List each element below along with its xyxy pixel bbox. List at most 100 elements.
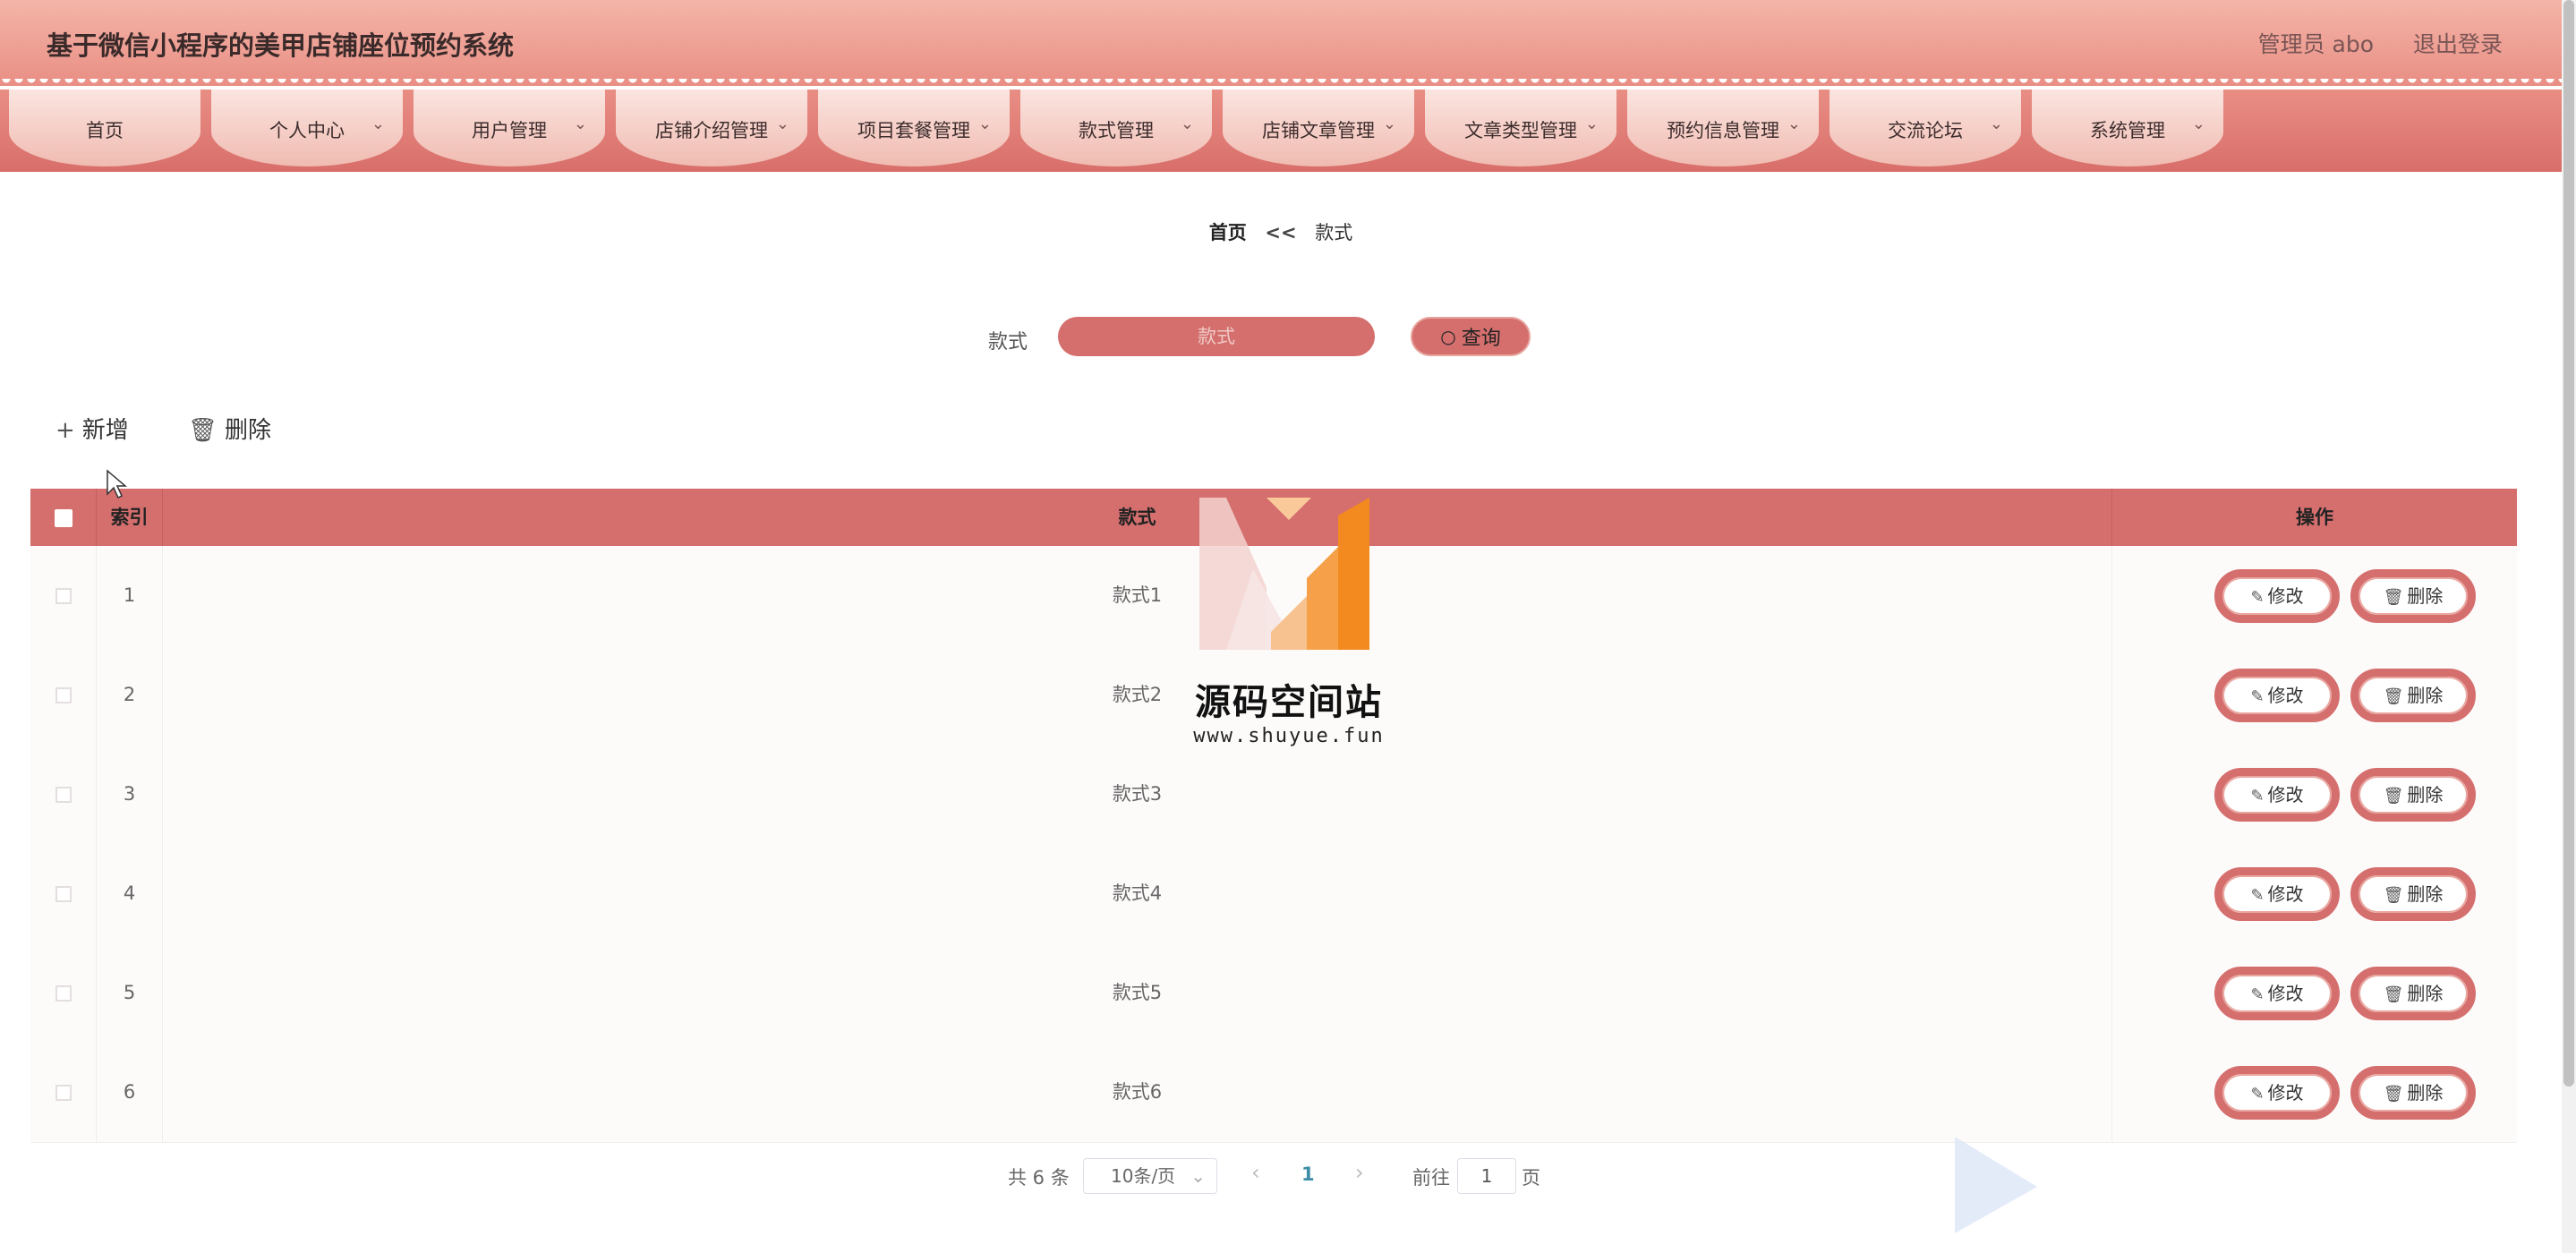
add-button[interactable]: + 新增 xyxy=(55,412,129,445)
edit-button[interactable]: ✎ 修改 xyxy=(2214,867,2340,921)
row-actions: ✎ 修改 🗑 删除 xyxy=(2112,546,2517,645)
table-row: 5 款式5 ✎ 修改 🗑 删除 xyxy=(30,943,2517,1044)
nav-item-0[interactable]: 首页 xyxy=(9,90,200,166)
trash-icon: 🗑 xyxy=(2383,1085,2404,1104)
table-row: 3 款式3 ✎ 修改 🗑 删除 xyxy=(30,745,2517,845)
scrollbar-thumb[interactable] xyxy=(2563,0,2574,1087)
edit-button-label: 修改 xyxy=(2267,585,2304,607)
row-actions: ✎ 修改 🗑 删除 xyxy=(2112,1043,2517,1142)
edit-button-label: 修改 xyxy=(2267,685,2304,706)
row-checkbox[interactable] xyxy=(55,1085,72,1101)
row-style: 款式6 xyxy=(163,1043,2112,1142)
row-select-cell xyxy=(30,844,97,943)
delete-button-label: 删除 xyxy=(2407,685,2444,706)
pencil-icon: ✎ xyxy=(2250,886,2265,905)
row-index: 5 xyxy=(97,943,163,1043)
row-checkbox[interactable] xyxy=(55,787,72,803)
chevron-down-icon: ⌄ xyxy=(775,115,789,133)
select-all-checkbox[interactable] xyxy=(54,509,73,527)
row-select-cell xyxy=(30,745,97,844)
row-actions: ✎ 修改 🗑 删除 xyxy=(2112,844,2517,943)
nav-item-8[interactable]: 预约信息管理 ⌄ xyxy=(1627,90,1819,166)
row-style: 款式4 xyxy=(163,844,2112,943)
page-size-select[interactable]: 10条/页 ⌄ xyxy=(1083,1158,1217,1194)
pencil-icon: ✎ xyxy=(2250,1085,2265,1104)
row-index: 3 xyxy=(97,745,163,844)
search-input[interactable] xyxy=(1058,317,1375,356)
delete-button[interactable]: 🗑 删除 xyxy=(2350,967,2476,1020)
delete-button[interactable]: 🗑 删除 xyxy=(2350,867,2476,921)
trash-icon: 🗑 xyxy=(2383,687,2404,706)
delete-button-label: 删除 xyxy=(2407,585,2444,607)
select-all-cell xyxy=(30,489,97,546)
edit-button-label: 修改 xyxy=(2267,983,2304,1004)
edit-button-label: 修改 xyxy=(2267,784,2304,806)
delete-button-label: 删除 xyxy=(2407,784,2444,806)
delete-button-label: 删除 xyxy=(2407,983,2444,1004)
row-checkbox[interactable] xyxy=(55,687,72,703)
nav-item-1[interactable]: 个人中心 ⌄ xyxy=(211,90,403,166)
nav-item-label: 首页 xyxy=(86,120,124,141)
search-button[interactable]: ○ 查询 xyxy=(1411,317,1531,356)
row-style: 款式5 xyxy=(163,943,2112,1043)
goto-suffix: 页 xyxy=(1522,1167,1540,1189)
prev-page-button[interactable]: ‹ xyxy=(1251,1160,1260,1185)
nav-item-2[interactable]: 用户管理 ⌄ xyxy=(414,90,605,166)
nav-item-3[interactable]: 店铺介绍管理 ⌄ xyxy=(616,90,807,166)
nav-item-7[interactable]: 文章类型管理 ⌄ xyxy=(1425,90,1616,166)
main-nav: 首页 个人中心 ⌄ 用户管理 ⌄ 店铺介绍管理 ⌄ 项目套餐管理 ⌄ 款式管理 ⌄ 店铺文章管理 ⌄ 文章… xyxy=(0,90,2562,172)
row-index: 6 xyxy=(97,1043,163,1142)
delete-button[interactable]: 🗑 删除 xyxy=(2350,768,2476,822)
search-button-label: 查询 xyxy=(1461,328,1501,350)
row-checkbox[interactable] xyxy=(55,886,72,902)
app-title: 基于微信小程序的美甲店铺座位预约系统 xyxy=(47,30,515,61)
breadcrumb-separator: << xyxy=(1265,222,1297,243)
pagination-total: 共 6 条 xyxy=(1008,1167,1070,1189)
row-actions: ✎ 修改 🗑 删除 xyxy=(2112,645,2517,745)
chevron-down-icon: ⌄ xyxy=(573,115,587,133)
row-index: 1 xyxy=(97,546,163,645)
watermark-text: 源码空间站 xyxy=(1195,682,1383,723)
nav-item-9[interactable]: 交流论坛 ⌄ xyxy=(1830,90,2021,166)
nav-item-6[interactable]: 店铺文章管理 ⌄ xyxy=(1223,90,1414,166)
row-actions: ✎ 修改 🗑 删除 xyxy=(2112,745,2517,844)
search-icon: ○ xyxy=(1440,326,1456,347)
edit-button[interactable]: ✎ 修改 xyxy=(2214,768,2340,822)
page-scrollbar[interactable] xyxy=(2562,0,2576,1253)
edit-button[interactable]: ✎ 修改 xyxy=(2214,669,2340,722)
pencil-icon: ✎ xyxy=(2250,588,2265,607)
current-page[interactable]: 1 xyxy=(1301,1164,1315,1185)
chevron-down-icon: ⌄ xyxy=(1180,115,1194,133)
row-checkbox[interactable] xyxy=(55,588,72,604)
trash-icon: 🗑 xyxy=(2383,787,2404,806)
edit-button-label: 修改 xyxy=(2267,883,2304,905)
watermark-url: www.shuyue.fun xyxy=(1193,725,1385,747)
nav-item-10[interactable]: 系统管理 ⌄ xyxy=(2032,90,2223,166)
batch-delete-label: 删除 xyxy=(225,417,272,444)
delete-button[interactable]: 🗑 删除 xyxy=(2350,569,2476,623)
logout-link[interactable]: 退出登录 xyxy=(2413,31,2503,57)
delete-button[interactable]: 🗑 删除 xyxy=(2350,669,2476,722)
delete-button[interactable]: 🗑 删除 xyxy=(2350,1066,2476,1120)
nav-item-4[interactable]: 项目套餐管理 ⌄ xyxy=(818,90,1010,166)
mouse-cursor-icon xyxy=(107,469,127,499)
row-style: 款式1 xyxy=(163,546,2112,645)
next-page-button[interactable]: › xyxy=(1355,1160,1364,1185)
goto-page-input[interactable] xyxy=(1457,1158,1516,1194)
goto-prefix: 前往 xyxy=(1412,1167,1450,1189)
corner-play-watermark xyxy=(1955,1137,2037,1233)
batch-delete-button[interactable]: 🗑 删除 xyxy=(188,412,271,445)
nav-item-5[interactable]: 款式管理 ⌄ xyxy=(1020,90,1212,166)
edit-button[interactable]: ✎ 修改 xyxy=(2214,569,2340,623)
chevron-down-icon: ⌄ xyxy=(1584,115,1599,133)
chevron-down-icon: ⌄ xyxy=(1190,1165,1206,1187)
row-index: 4 xyxy=(97,844,163,943)
chevron-down-icon: ⌄ xyxy=(371,115,385,133)
row-checkbox[interactable] xyxy=(55,985,72,1002)
header-style: 款式 xyxy=(163,489,2112,546)
edit-button[interactable]: ✎ 修改 xyxy=(2214,967,2340,1020)
breadcrumb-home[interactable]: 首页 xyxy=(1209,222,1247,243)
plus-icon: + xyxy=(55,417,75,444)
chevron-down-icon: ⌄ xyxy=(1787,115,1801,133)
edit-button[interactable]: ✎ 修改 xyxy=(2214,1066,2340,1120)
